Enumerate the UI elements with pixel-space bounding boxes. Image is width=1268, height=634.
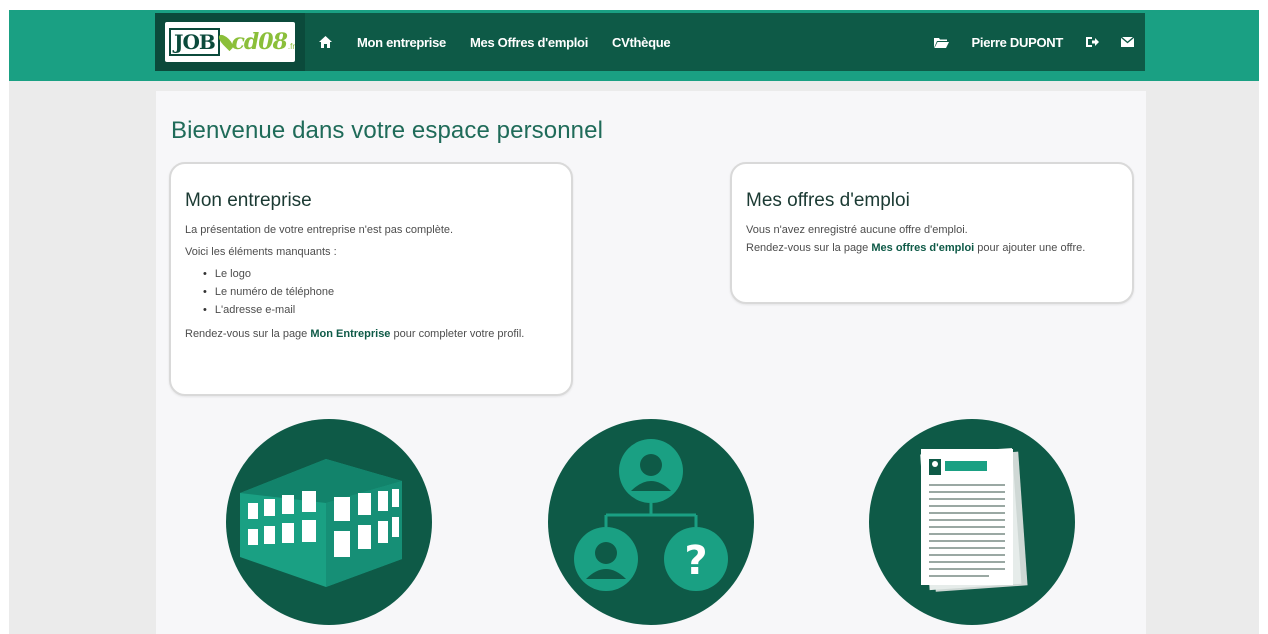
envelope-icon[interactable] xyxy=(1121,37,1134,47)
main-navbar: JOB cd08 .fr Mon entreprise Mes Offres d… xyxy=(155,13,1145,71)
building-icon xyxy=(240,459,402,587)
home-icon[interactable] xyxy=(305,13,345,71)
offers-cta-prefix: Rendez-vous sur la page xyxy=(746,242,872,254)
folder-icon[interactable] xyxy=(933,37,949,48)
resume-document-icon xyxy=(920,448,1028,592)
nav-cvtheque[interactable]: CVthèque xyxy=(612,35,671,50)
company-card-intro: La présentation de votre entreprise n'es… xyxy=(185,224,454,236)
page-title: Bienvenue dans votre espace personnel xyxy=(171,117,603,144)
logo-cd08-text: cd08 xyxy=(231,29,287,55)
offers-card-line1: Vous n'avez enregistré aucune offre d'em… xyxy=(746,224,968,236)
offers-card-cta: Rendez-vous sur la page Mes offres d'emp… xyxy=(746,239,1118,257)
company-cta-suffix: pour completer votre profil. xyxy=(390,328,525,340)
missing-item: Le logo xyxy=(207,265,557,283)
company-tile[interactable] xyxy=(226,419,432,625)
offers-cta-suffix: pour ajouter une offre. xyxy=(974,242,1086,254)
company-card-cta: Rendez-vous sur la page Mon Entreprise p… xyxy=(185,325,557,343)
logout-icon[interactable] xyxy=(1086,36,1099,48)
missing-item: Le numéro de téléphone xyxy=(207,283,557,301)
cvtheque-tile[interactable]: ? xyxy=(548,419,754,625)
offers-card-title: Mes offres d'emploi xyxy=(746,190,910,211)
svg-text:?: ? xyxy=(684,538,707,584)
missing-item: L'adresse e-mail xyxy=(207,301,557,319)
offers-card: Mes offres d'emploi Vous n'avez enregist… xyxy=(730,162,1134,304)
main-content: Bienvenue dans votre espace personnel Mo… xyxy=(156,91,1146,634)
mes-offres-link[interactable]: Mes offres d'emploi xyxy=(871,242,974,254)
org-chart-icon: ? xyxy=(574,439,728,591)
nav-mes-offres[interactable]: Mes Offres d'emploi xyxy=(470,35,588,50)
top-banner: JOB cd08 .fr Mon entreprise Mes Offres d… xyxy=(9,10,1259,81)
home-glyph xyxy=(318,36,332,48)
user-name[interactable]: Pierre DUPONT xyxy=(972,35,1064,50)
mon-entreprise-link[interactable]: Mon Entreprise xyxy=(310,328,390,340)
company-cta-prefix: Rendez-vous sur la page xyxy=(185,328,311,340)
site-logo[interactable]: JOB cd08 .fr xyxy=(155,13,305,71)
nav-mon-entreprise[interactable]: Mon entreprise xyxy=(357,35,446,50)
logo-job-text: JOB xyxy=(169,28,220,56)
browser-viewport: JOB cd08 .fr Mon entreprise Mes Offres d… xyxy=(9,10,1259,634)
missing-items-list: Le logo Le numéro de téléphone L'adresse… xyxy=(207,265,557,319)
logo-badge: JOB cd08 .fr xyxy=(165,22,295,62)
company-card-missing-label: Voici les éléments manquants : xyxy=(185,246,337,258)
company-card: Mon entreprise La présentation de votre … xyxy=(169,162,573,396)
logo-tld-text: .fr xyxy=(287,41,295,51)
offers-tile[interactable] xyxy=(869,419,1075,625)
company-card-title: Mon entreprise xyxy=(185,190,312,211)
